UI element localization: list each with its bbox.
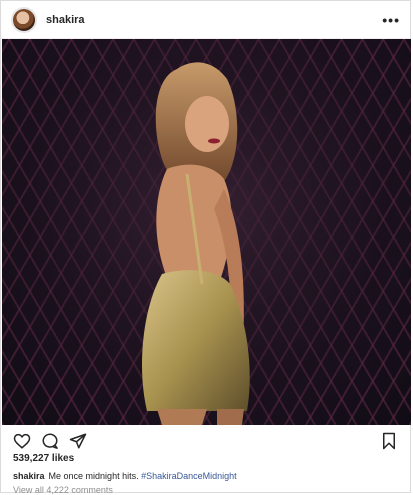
instagram-post: shakira ••• 539,227 likes shakira Me onc… (0, 0, 411, 495)
caption-text: Me once midnight hits. (48, 471, 139, 481)
action-bar (13, 432, 398, 450)
view-comments-link[interactable]: View all 4,222 comments (13, 485, 113, 495)
share-icon[interactable] (69, 432, 87, 450)
caption-hashtag[interactable]: #ShakiraDanceMidnight (141, 471, 237, 481)
bookmark-icon[interactable] (380, 432, 398, 450)
post-photo[interactable] (2, 39, 411, 425)
avatar[interactable] (11, 6, 37, 33)
caption-username[interactable]: shakira (13, 471, 45, 481)
likes-count[interactable]: 539,227 likes (13, 453, 74, 464)
more-options-button[interactable]: ••• (382, 12, 400, 28)
photo-illustration (2, 39, 411, 425)
caption: shakira Me once midnight hits. #ShakiraDa… (13, 471, 237, 481)
post-header: shakira ••• (1, 1, 410, 39)
username-link[interactable]: shakira (46, 14, 85, 26)
comment-icon[interactable] (41, 432, 59, 450)
heart-icon[interactable] (13, 432, 31, 450)
avatar-image (13, 8, 35, 31)
